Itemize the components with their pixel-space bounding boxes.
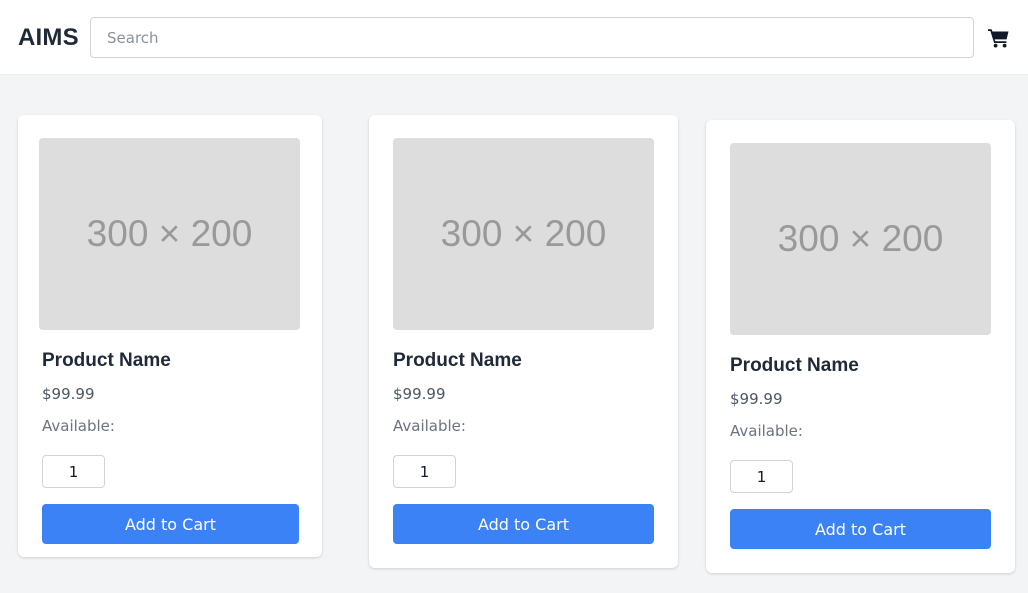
- product-price: $99.99: [42, 385, 95, 403]
- product-image-placeholder[interactable]: 300 × 200: [393, 138, 654, 330]
- app-logo[interactable]: AIMS: [18, 24, 79, 52]
- add-to-cart-button[interactable]: Add to Cart: [730, 509, 991, 549]
- top-header: AIMS: [0, 0, 1028, 75]
- product-price: $99.99: [730, 390, 783, 408]
- product-name: Product Name: [393, 350, 522, 371]
- product-price: $99.99: [393, 385, 446, 403]
- search-input[interactable]: [90, 17, 974, 58]
- product-name: Product Name: [730, 355, 859, 376]
- product-image-placeholder[interactable]: 300 × 200: [730, 143, 991, 335]
- product-card: 300 × 200 Product Name $99.99 Available:…: [369, 115, 678, 568]
- availability-label: Available:: [730, 422, 803, 440]
- availability-label: Available:: [42, 417, 115, 435]
- cart-button[interactable]: [988, 28, 1012, 52]
- add-to-cart-button[interactable]: Add to Cart: [393, 504, 654, 544]
- product-card: 300 × 200 Product Name $99.99 Available:…: [18, 115, 322, 557]
- availability-label: Available:: [393, 417, 466, 435]
- add-to-cart-button[interactable]: Add to Cart: [42, 504, 299, 544]
- quantity-input[interactable]: [730, 460, 793, 493]
- quantity-input[interactable]: [42, 455, 105, 488]
- product-grid: 300 × 200 Product Name $99.99 Available:…: [2, 76, 1026, 593]
- shopping-cart-icon: [988, 29, 1009, 48]
- quantity-input[interactable]: [393, 455, 456, 488]
- product-image-placeholder[interactable]: 300 × 200: [39, 138, 300, 330]
- product-name: Product Name: [42, 350, 171, 371]
- product-card: 300 × 200 Product Name $99.99 Available:…: [706, 120, 1015, 573]
